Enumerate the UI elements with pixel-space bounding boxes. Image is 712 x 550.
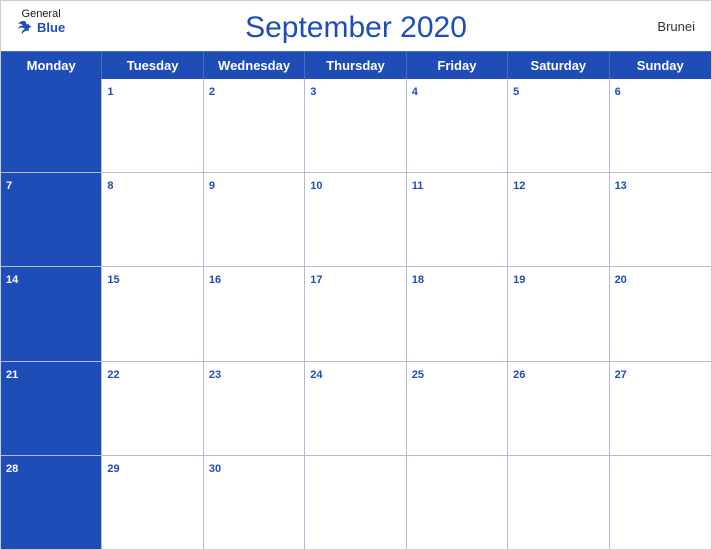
header-sunday: Sunday (610, 52, 711, 79)
day-cell-3-6: 27 (610, 362, 711, 455)
day-number: 17 (310, 274, 322, 286)
day-number: 18 (412, 274, 424, 286)
day-cell-2-6: 20 (610, 267, 711, 360)
day-number: 28 (6, 463, 18, 475)
day-number: 19 (513, 274, 525, 286)
logo-general-text: General (22, 9, 61, 20)
day-number: 3 (310, 86, 316, 98)
day-cell-2-4: 18 (407, 267, 508, 360)
day-number: 27 (615, 369, 627, 381)
day-cell-0-4: 4 (407, 79, 508, 172)
day-cell-3-2: 23 (204, 362, 305, 455)
week-row-4: 21 22 23 24 25 26 27 (1, 362, 711, 456)
day-number: 26 (513, 369, 525, 381)
day-number: 4 (412, 86, 418, 98)
day-number: 2 (209, 86, 215, 98)
day-number: 1 (107, 86, 113, 98)
day-number: 13 (615, 180, 627, 192)
day-cell-2-0: 14 (1, 267, 102, 360)
day-cell-0-5: 5 (508, 79, 609, 172)
day-cell-0-2: 2 (204, 79, 305, 172)
day-cell-4-3 (305, 456, 406, 549)
day-headers-row: Monday Tuesday Wednesday Thursday Friday… (1, 52, 711, 79)
header-friday: Friday (407, 52, 508, 79)
day-number: 9 (209, 180, 215, 192)
day-cell-4-4 (407, 456, 508, 549)
calendar-container: General Blue September 2020 Brunei Monda… (0, 0, 712, 550)
day-cell-3-5: 26 (508, 362, 609, 455)
header-tuesday: Tuesday (102, 52, 203, 79)
day-number: 11 (412, 180, 424, 192)
calendar-header: General Blue September 2020 Brunei (1, 1, 711, 51)
day-number: 25 (412, 369, 424, 381)
day-number: 8 (107, 180, 113, 192)
day-number: 14 (6, 274, 18, 286)
day-number: 30 (209, 463, 221, 475)
day-cell-4-6 (610, 456, 711, 549)
day-cell-3-1: 22 (102, 362, 203, 455)
calendar-title: September 2020 (245, 11, 467, 45)
day-cell-2-2: 16 (204, 267, 305, 360)
weeks-container: 1234567891011121314151617181920212223242… (1, 79, 711, 549)
day-cell-2-3: 17 (305, 267, 406, 360)
country-label: Brunei (657, 19, 695, 34)
header-saturday: Saturday (508, 52, 609, 79)
day-cell-4-1: 29 (102, 456, 203, 549)
day-cell-0-1: 1 (102, 79, 203, 172)
day-cell-2-5: 19 (508, 267, 609, 360)
day-cell-0-6: 6 (610, 79, 711, 172)
week-row-1: 1 2 3 4 5 6 (1, 79, 711, 173)
day-cell-1-0: 7 (1, 173, 102, 266)
day-number: 12 (513, 180, 525, 192)
day-cell-1-2: 9 (204, 173, 305, 266)
day-cell-1-1: 8 (102, 173, 203, 266)
day-number: 5 (513, 86, 519, 98)
day-number: 10 (310, 180, 322, 192)
day-number: 23 (209, 369, 221, 381)
day-cell-1-4: 11 (407, 173, 508, 266)
day-number: 20 (615, 274, 627, 286)
day-cell-3-0: 21 (1, 362, 102, 455)
day-number: 16 (209, 274, 221, 286)
day-number: 22 (107, 369, 119, 381)
day-cell-4-2: 30 (204, 456, 305, 549)
day-cell-2-1: 15 (102, 267, 203, 360)
day-cell-3-4: 25 (407, 362, 508, 455)
logo-blue-text: Blue (17, 20, 65, 34)
day-cell-0-0 (1, 79, 102, 172)
day-number: 7 (6, 180, 12, 192)
day-cell-1-3: 10 (305, 173, 406, 266)
day-number: 29 (107, 463, 119, 475)
logo-bird-icon (17, 20, 35, 34)
day-number: 21 (6, 369, 18, 381)
day-cell-4-0: 28 (1, 456, 102, 549)
logo: General Blue (17, 9, 65, 34)
day-cell-0-3: 3 (305, 79, 406, 172)
week-row-3: 14 15 16 17 18 19 20 (1, 267, 711, 361)
header-thursday: Thursday (305, 52, 406, 79)
day-cell-1-5: 12 (508, 173, 609, 266)
day-cell-4-5 (508, 456, 609, 549)
header-wednesday: Wednesday (204, 52, 305, 79)
week-row-2: 7 8 9 10 11 12 13 (1, 173, 711, 267)
day-number: 6 (615, 86, 621, 98)
day-cell-1-6: 13 (610, 173, 711, 266)
day-number: 15 (107, 274, 119, 286)
header-monday: Monday (1, 52, 102, 79)
week-row-5: 28 29 30 (1, 456, 711, 549)
day-cell-3-3: 24 (305, 362, 406, 455)
day-number: 24 (310, 369, 322, 381)
calendar-grid: Monday Tuesday Wednesday Thursday Friday… (1, 51, 711, 549)
